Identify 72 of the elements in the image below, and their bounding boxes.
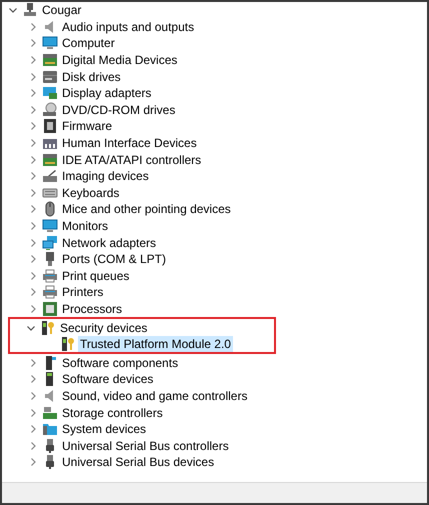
tree-item[interactable]: Digital Media Devices xyxy=(60,52,180,68)
expand-chevron-icon[interactable] xyxy=(28,104,38,115)
key-icon xyxy=(40,320,56,336)
expand-chevron-icon[interactable] xyxy=(28,72,38,82)
processor-icon xyxy=(42,300,58,317)
tree-item[interactable]: Trusted Platform Module 2.0 xyxy=(78,336,233,352)
expand-chevron-icon[interactable] xyxy=(28,121,38,132)
collapse-chevron-icon[interactable] xyxy=(8,5,18,16)
printer-icon xyxy=(42,284,58,300)
expand-chevron-icon[interactable] xyxy=(28,457,38,468)
tree-item[interactable]: Sound, video and game controllers xyxy=(60,388,250,404)
tree-item[interactable]: Mice and other pointing devices xyxy=(60,201,233,218)
tree-item[interactable]: Universal Serial Bus controllers xyxy=(60,438,231,454)
tree-item[interactable]: Cougar xyxy=(40,2,84,18)
tree-item[interactable]: Disk drives xyxy=(60,68,123,85)
storage-controller-icon xyxy=(42,404,58,421)
tree-item[interactable]: Processors xyxy=(60,300,124,317)
monitor-icon xyxy=(42,218,58,234)
tree-item[interactable]: Printers xyxy=(60,284,106,300)
tree-item[interactable]: Storage controllers xyxy=(60,404,165,421)
tree-item[interactable]: Ports (COM & LPT) xyxy=(60,251,168,268)
printer-icon xyxy=(42,268,58,284)
expand-chevron-icon[interactable] xyxy=(28,287,38,298)
tree-item[interactable]: IDE ATA/ATAPI controllers xyxy=(60,152,204,168)
expansion-card-icon xyxy=(42,152,58,168)
expand-chevron-icon[interactable] xyxy=(28,22,38,32)
expand-chevron-icon[interactable] xyxy=(28,238,38,248)
expand-chevron-icon[interactable] xyxy=(28,38,38,48)
tree-item[interactable]: Security devices xyxy=(58,320,150,336)
expand-chevron-icon[interactable] xyxy=(28,154,38,165)
tree-item[interactable]: Software devices xyxy=(60,371,156,388)
expand-chevron-icon[interactable] xyxy=(28,221,38,232)
expand-chevron-icon[interactable] xyxy=(28,304,38,314)
chip-icon xyxy=(42,118,58,134)
key-icon xyxy=(60,336,76,352)
network-icon xyxy=(42,234,58,251)
expand-chevron-icon[interactable] xyxy=(28,374,38,384)
expand-chevron-icon[interactable] xyxy=(28,390,38,401)
expand-chevron-icon[interactable] xyxy=(28,424,38,434)
computer-icon xyxy=(22,2,38,18)
expand-chevron-icon[interactable] xyxy=(28,188,38,198)
expand-chevron-icon[interactable] xyxy=(28,254,38,264)
folder-icon xyxy=(42,421,58,438)
expand-chevron-icon[interactable] xyxy=(28,171,38,182)
tree-item[interactable]: Computer xyxy=(60,35,117,52)
monitor-icon xyxy=(42,35,58,52)
expand-chevron-icon[interactable] xyxy=(28,55,38,66)
tree-item[interactable]: Firmware xyxy=(60,118,114,134)
tree-item[interactable]: Display adapters xyxy=(60,85,154,102)
tree-item[interactable]: DVD/CD-ROM drives xyxy=(60,102,178,118)
expand-chevron-icon[interactable] xyxy=(28,88,38,98)
expansion-card-icon xyxy=(42,52,58,68)
tree-item[interactable]: Imaging devices xyxy=(60,168,151,184)
scanner-icon xyxy=(42,168,58,184)
expand-chevron-icon[interactable] xyxy=(28,138,38,148)
tree-item[interactable]: System devices xyxy=(60,421,148,438)
tree-item[interactable]: Universal Serial Bus devices xyxy=(60,454,216,470)
tree-item[interactable]: Monitors xyxy=(60,218,110,234)
expand-chevron-icon[interactable] xyxy=(28,358,38,368)
tree-item[interactable]: Keyboards xyxy=(60,184,122,201)
expand-chevron-icon[interactable] xyxy=(28,204,38,214)
expand-chevron-icon[interactable] xyxy=(28,270,38,281)
tree-item[interactable]: Human Interface Devices xyxy=(60,135,199,152)
expand-chevron-icon[interactable] xyxy=(28,408,38,418)
expand-chevron-icon[interactable] xyxy=(28,440,38,451)
tree-item[interactable]: Network adapters xyxy=(60,234,158,251)
tree-item[interactable]: Print queues xyxy=(60,268,132,284)
tree-item[interactable]: Audio inputs and outputs xyxy=(60,18,196,35)
disc-drive-icon xyxy=(42,102,58,118)
disk-drive-icon xyxy=(42,68,58,85)
tree-item[interactable]: Software components xyxy=(60,354,180,371)
display-adapter-icon xyxy=(42,85,58,102)
